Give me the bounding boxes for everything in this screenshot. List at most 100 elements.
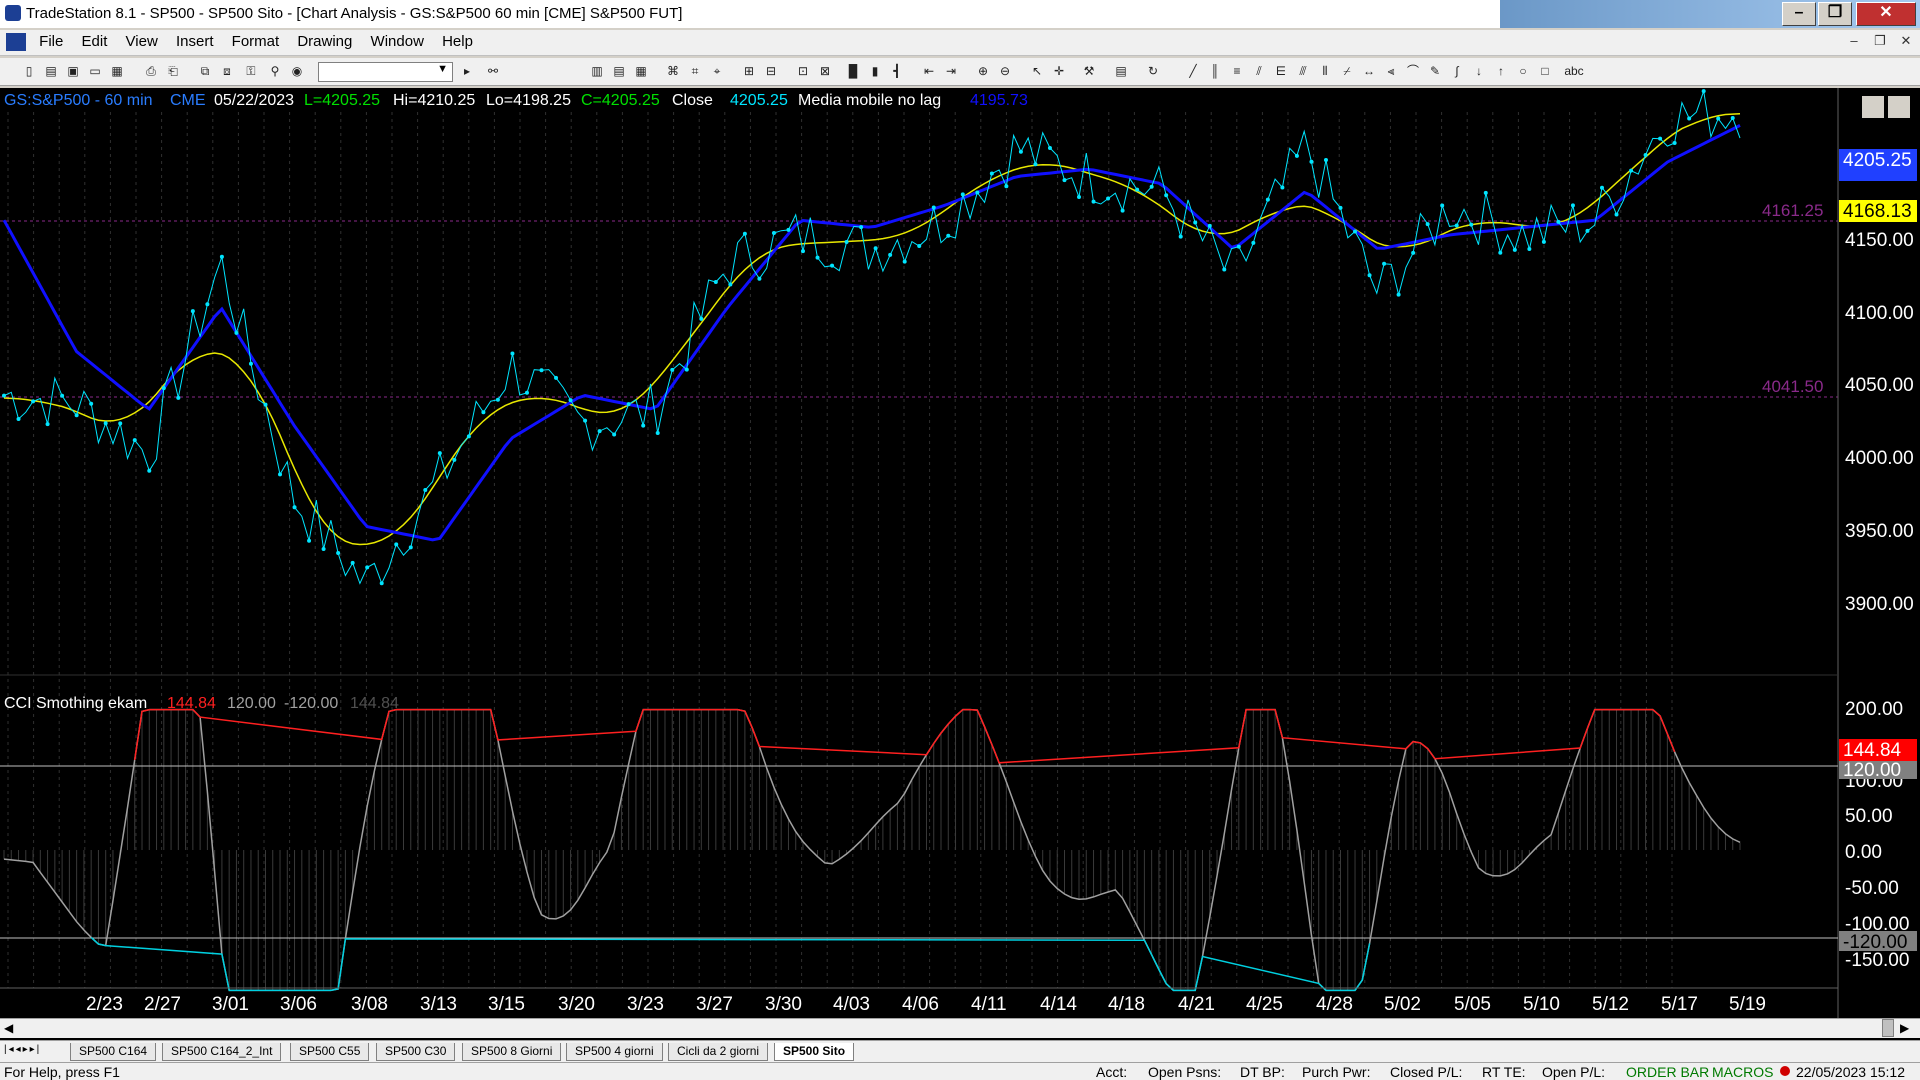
window-cascade-icon[interactable]: ⧉ [198,64,212,78]
menu-file[interactable]: File [32,30,70,53]
rectangle-icon[interactable]: □ [1538,64,1552,78]
workspace-icon[interactable]: ▦ [110,64,124,78]
refresh-icon[interactable]: ↻ [1146,64,1160,78]
crosshair-icon[interactable]: ✛ [1052,64,1066,78]
tools-icon[interactable]: ⚒ [1082,64,1096,78]
chart-tool-6-icon[interactable]: ⌖ [710,64,724,78]
scroll-left-arrow-icon[interactable]: ◀ [4,1021,13,1035]
minimize-icon[interactable]: – [1782,2,1816,26]
arrow-down-icon[interactable]: ↓ [1472,64,1486,78]
menu-format[interactable]: Format [225,30,287,53]
arrow-icon[interactable]: ↔ [1362,64,1376,78]
arc-icon[interactable]: ⌒ [1406,64,1420,78]
price-dot [844,240,849,245]
price-dot [1077,195,1082,200]
scroll-right-icon[interactable]: ⇥ [944,64,958,78]
tab-sp500-c55[interactable]: SP500 C55 [290,1043,370,1061]
scroll-left-icon[interactable]: ⇤ [922,64,936,78]
link-icon[interactable]: ⚲ [268,64,282,78]
bar-chart-icon[interactable]: █ [846,64,860,78]
channel-icon[interactable]: ⫽ [1252,64,1266,78]
zoom-in-icon[interactable]: ⊕ [976,64,990,78]
scroll-right-arrow-icon[interactable]: ▶ [1900,1021,1909,1035]
window-tile-icon[interactable]: ⧈ [220,64,234,78]
chart-tool-5-icon[interactable]: ⌗ [688,64,702,78]
tab-cicli-da-2-giorni[interactable]: Cicli da 2 giorni [668,1043,769,1061]
chart-tool-8-icon[interactable]: ⊟ [764,64,778,78]
mdi-close-icon[interactable]: ✕ [1894,33,1918,53]
gann-icon[interactable]: ⫻ [1296,64,1310,78]
menu-edit[interactable]: Edit [75,30,115,53]
chart-tool-10-icon[interactable]: ⊠ [818,64,832,78]
tab-sp500-4-giorni[interactable]: SP500 4 giorni [566,1043,663,1061]
mdi-minimize-icon[interactable]: – [1842,33,1866,53]
menu-view[interactable]: View [119,30,165,53]
chart-tool-2-icon[interactable]: ▤ [612,64,626,78]
price-dot [1236,244,1241,249]
legend-last: L=4205.25 [304,92,380,109]
status-macros[interactable]: MACROS [1712,1064,1773,1080]
cci-upper-tag-text: 120.00 [1843,760,1901,781]
chart-horizontal-scrollbar[interactable]: ◀ ▶ [0,1018,1920,1038]
price-dot [161,386,166,391]
ohlc-icon[interactable]: ┫ [890,64,904,78]
chart-analysis-window[interactable]: GS:S&P500 - 60 min CME 05/22/2023 L=4205… [0,88,1920,1044]
menu-window[interactable]: Window [364,30,431,53]
chart-tool-1-icon[interactable]: ▥ [590,64,604,78]
candle-icon[interactable]: ▮ [868,64,882,78]
print-icon[interactable]: ⎙ [144,64,158,78]
fibonacci-icon[interactable]: ⋿ [1274,64,1288,78]
scroll-thumb[interactable] [1882,1019,1894,1037]
pointer-icon[interactable]: ↖ [1030,64,1044,78]
menu-insert[interactable]: Insert [169,30,221,53]
chart-tool-4-icon[interactable]: ⌘ [666,64,680,78]
globe-icon[interactable]: ◉ [290,64,304,78]
play-icon[interactable]: ▸ [460,64,474,78]
chart-tool-3-icon[interactable]: ▦ [634,64,648,78]
pane-restore-icon[interactable] [1888,96,1910,118]
tab-sp500-sito[interactable]: SP500 Sito [774,1043,855,1061]
tab-sp500-c30[interactable]: SP500 C30 [376,1043,456,1061]
ellipse-icon[interactable]: ○ [1516,64,1530,78]
zoom-out-icon[interactable]: ⊖ [998,64,1012,78]
chart-tool-9-icon[interactable]: ⊡ [796,64,810,78]
save-all-icon[interactable]: ▣ [66,64,80,78]
trendline-icon[interactable]: ╱ [1186,64,1200,78]
data-window-icon[interactable]: ▤ [1114,64,1128,78]
freehand-icon[interactable]: ∫ [1450,64,1464,78]
tab-sp500-c164-2-int[interactable]: SP500 C164_2_Int [162,1043,282,1061]
menu-help[interactable]: Help [435,30,480,53]
print-preview-icon[interactable]: ⎗ [166,64,180,78]
binoculars-icon[interactable]: ⚯ [486,64,500,78]
menu-drawing[interactable]: Drawing [290,30,359,53]
new-icon[interactable]: ▯ [22,64,36,78]
price-dot [902,259,907,264]
price-dot [466,434,471,439]
arrow-up-icon[interactable]: ↑ [1494,64,1508,78]
status-order-bar[interactable]: ORDER BAR [1626,1064,1709,1080]
lock-icon[interactable]: ⚿ [244,64,258,78]
tab-nav-arrows-icon[interactable]: |◂◂▸▸| [4,1044,41,1055]
regression-icon[interactable]: ⌿ [1340,64,1354,78]
vertical-lines-icon[interactable]: ║ [1208,64,1222,78]
legend-close-label: Close [672,92,713,109]
chart-tool-7-icon[interactable]: ⊞ [742,64,756,78]
mdi-restore-icon[interactable]: ❐ [1868,33,1892,53]
tab-sp500-c164[interactable]: SP500 C164 [70,1043,157,1061]
speed-lines-icon[interactable]: ⫷ [1384,64,1398,78]
open-icon[interactable]: ▤ [44,64,58,78]
horizontal-lines-icon[interactable]: ≡ [1230,64,1244,78]
text-icon[interactable]: abc [1562,64,1586,78]
pen-icon[interactable]: ✎ [1428,64,1442,78]
new-window-icon[interactable]: ▭ [88,64,102,78]
legend-high: Hi=4210.25 [393,92,475,109]
restore-icon[interactable]: ❐ [1818,2,1852,26]
price-dot [495,397,500,402]
symbol-combo[interactable]: ▼ [318,62,453,82]
andrews-icon[interactable]: ⫴ [1318,64,1332,78]
chart-canvas[interactable]: GS:S&P500 - 60 min CME 05/22/2023 L=4205… [0,88,1920,1018]
pane-minimize-icon[interactable] [1862,96,1884,118]
date-axis: 2/23 2/27 3/01 3/06 3/08 3/13 3/15 3/20 3/23 3/27… [86,994,1766,1015]
tab-sp500-8-giorni[interactable]: SP500 8 Giorni [462,1043,562,1061]
close-icon[interactable]: ✕ [1856,2,1916,26]
